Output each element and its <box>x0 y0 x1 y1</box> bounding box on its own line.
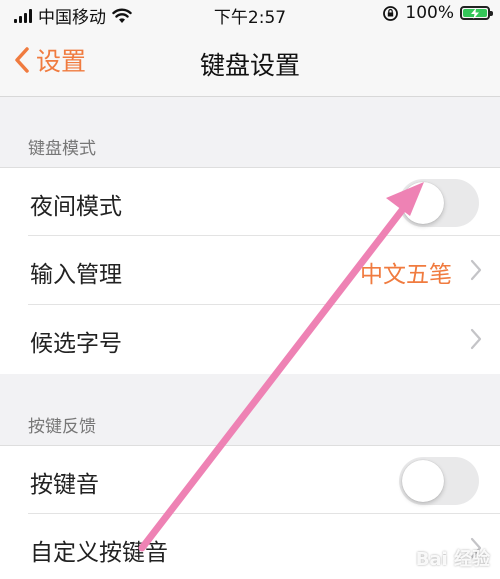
chevron-right-icon <box>470 328 482 350</box>
baidu-watermark: Bai 经验 <box>415 549 490 570</box>
row-night-mode[interactable]: 夜间模式 <box>0 167 500 236</box>
row-label: 候选字号 <box>30 331 122 357</box>
section-header-label: 按键反馈 <box>28 417 96 437</box>
navigation-bar: 设置 键盘设置 <box>0 26 500 97</box>
row-input-management[interactable]: 输入管理 中文五笔 <box>0 236 500 305</box>
row-label: 按键音 <box>30 472 99 498</box>
row-label: 自定义按键音 <box>30 540 168 566</box>
row-label: 夜间模式 <box>30 194 122 220</box>
battery-percent: 100% <box>405 3 454 23</box>
page-title: 键盘设置 <box>199 51 300 80</box>
section-header-label: 键盘模式 <box>28 139 96 159</box>
orientation-lock-icon <box>383 5 399 21</box>
chevron-right-icon <box>470 259 482 281</box>
input-method-value: 中文五笔 <box>360 262 452 288</box>
key-sound-toggle[interactable] <box>399 457 479 505</box>
battery-charging-icon <box>460 6 493 20</box>
row-key-sound[interactable]: 按键音 <box>0 445 500 514</box>
toggle-knob <box>402 182 444 224</box>
section-header-key-feedback: 按键反馈 <box>0 374 500 445</box>
night-mode-toggle[interactable] <box>399 179 479 227</box>
status-bar: 中国移动 下午2:57 100% <box>0 0 500 28</box>
row-candidate-font-size[interactable]: 候选字号 <box>0 305 500 374</box>
status-right: 100% <box>382 3 493 23</box>
row-label: 输入管理 <box>30 262 122 288</box>
toggle-knob <box>402 460 444 502</box>
section-header-keyboard-mode: 键盘模式 <box>0 97 500 167</box>
